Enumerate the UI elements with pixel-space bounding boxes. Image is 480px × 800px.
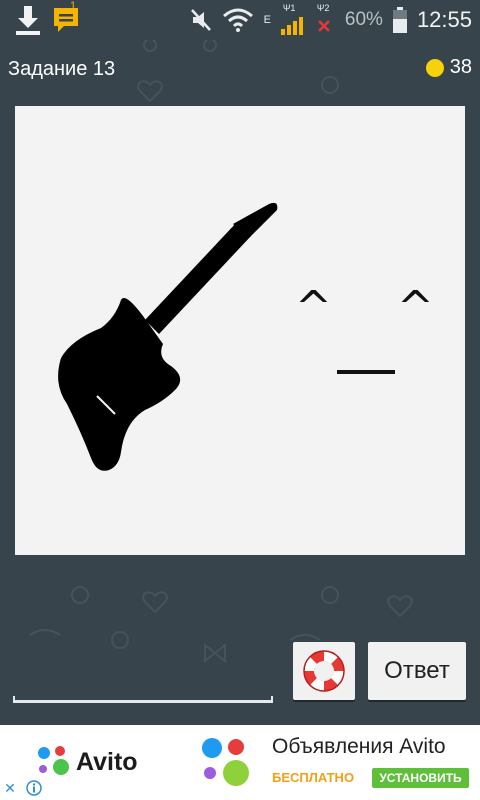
network-type: E xyxy=(263,14,271,26)
battery-icon xyxy=(392,7,407,33)
coin-icon xyxy=(425,58,444,77)
avito-logo-icon xyxy=(38,746,69,775)
no-signal-icon xyxy=(318,20,330,32)
sim1-label: Ψ1 xyxy=(282,3,296,13)
task-title: Задание 13 xyxy=(8,58,116,80)
face-eyes: ^ ^ xyxy=(295,282,445,333)
puzzle-image: ^ ^ xyxy=(15,106,465,555)
ad-close-icon[interactable]: ✕ xyxy=(0,778,20,798)
right-eye: ^ xyxy=(397,282,434,333)
ad-banner[interactable]: Avito Объявления Avito БЕСПЛАТНО УСТАНОВ… xyxy=(0,725,480,800)
info-icon xyxy=(26,780,42,796)
sim2-label: Ψ2 xyxy=(316,3,330,13)
download-icon xyxy=(16,6,40,35)
signal-sim1: Ψ1 xyxy=(280,3,305,35)
face-mouth xyxy=(337,370,395,374)
left-eye: ^ xyxy=(295,282,332,333)
ad-brand: Avito xyxy=(76,748,138,776)
lifebuoy-icon xyxy=(303,650,345,692)
clock: 12:55 xyxy=(416,7,472,32)
mute-icon xyxy=(190,9,211,31)
wifi-icon xyxy=(222,8,253,32)
coin-counter: 38 xyxy=(425,56,472,79)
notification-count: 1 xyxy=(70,0,77,12)
signal-bars-icon xyxy=(280,17,303,35)
avito-app-icon xyxy=(202,738,249,786)
signal-sim2: Ψ2 xyxy=(315,3,335,35)
battery-percent: 60% xyxy=(344,9,383,30)
status-bar: 1 E Ψ1 Ψ2 60% 12:55 xyxy=(0,0,480,40)
help-button[interactable] xyxy=(293,642,355,700)
ad-title: Объявления Avito xyxy=(272,735,446,758)
answer-button[interactable]: Ответ xyxy=(368,642,466,700)
ad-install-button[interactable]: УСТАНОВИТЬ xyxy=(372,768,469,788)
ad-free-label: БЕСПЛАТНО xyxy=(272,770,355,785)
ad-info-icon[interactable] xyxy=(24,778,44,798)
answer-input[interactable] xyxy=(13,696,273,703)
coin-count: 38 xyxy=(449,56,472,78)
